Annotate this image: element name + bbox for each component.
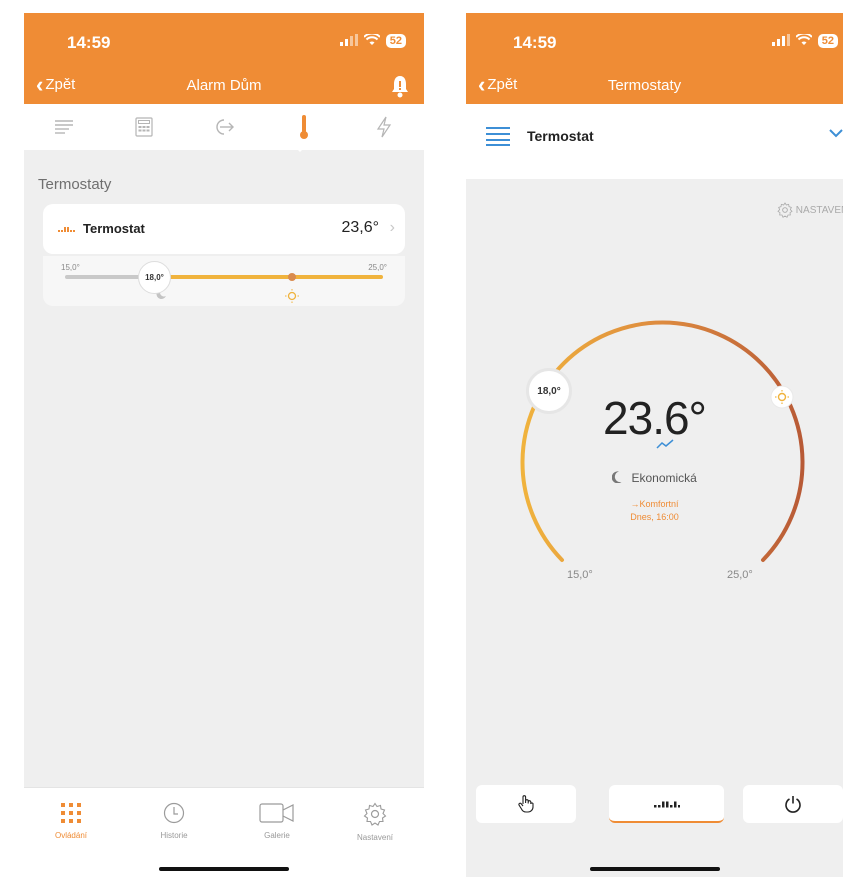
status-time: 14:59 bbox=[67, 33, 111, 52]
scale-max-label: 25,0° bbox=[727, 569, 753, 581]
phone-right: 14:59 52 ‹ Zpět Termostaty Termostat NAS… bbox=[466, 13, 843, 877]
hand-icon bbox=[518, 795, 534, 813]
category-tabbar bbox=[24, 104, 424, 150]
tab-keypad[interactable] bbox=[124, 109, 164, 145]
mode-label: Ekonomická bbox=[631, 471, 697, 485]
tab-energy[interactable] bbox=[364, 109, 404, 145]
tab-exits[interactable] bbox=[204, 109, 244, 145]
status-time: 14:59 bbox=[513, 33, 557, 52]
settings-link[interactable]: NASTAVENÍ bbox=[777, 202, 843, 218]
signal-icon bbox=[771, 33, 790, 49]
tab-thermostats[interactable] bbox=[284, 109, 324, 145]
status-icons: 52 bbox=[771, 32, 838, 49]
home-indicator bbox=[159, 867, 289, 871]
nav-bar: ‹ Zpět Alarm Dům bbox=[24, 68, 424, 104]
thermostat-slider[interactable]: 15,0° 25,0° 18,0° bbox=[43, 256, 405, 306]
status-bar: 14:59 52 bbox=[24, 13, 424, 68]
bottom-tab-label: Galerie bbox=[264, 831, 290, 840]
trend-up-icon bbox=[656, 439, 674, 449]
phone-left: 14:59 52 ‹ Zpět Alarm Dům Termostaty Ter… bbox=[24, 13, 424, 877]
nav-bar: ‹ Zpět Termostaty bbox=[466, 68, 843, 104]
thermostat-title: Termostat bbox=[527, 128, 594, 144]
next-mode-time: Dnes, 16:00 bbox=[630, 512, 679, 522]
battery-icon: 52 bbox=[817, 34, 838, 48]
status-icons: 52 bbox=[339, 32, 406, 49]
settings-label: NASTAVENÍ bbox=[795, 204, 843, 216]
battery-icon: 52 bbox=[385, 34, 406, 48]
active-tab-pointer bbox=[292, 144, 308, 152]
power-icon bbox=[785, 796, 801, 813]
chevron-right-icon: › bbox=[389, 219, 395, 236]
bottom-tab-label: Nastavení bbox=[356, 833, 394, 842]
bottom-tab-label: Ovládání bbox=[54, 831, 88, 840]
bottom-tab-settings[interactable]: Nastavení bbox=[340, 802, 410, 842]
clock-icon bbox=[163, 802, 185, 824]
bottom-tab-label: Historie bbox=[160, 831, 188, 840]
bell-icon[interactable] bbox=[390, 74, 410, 98]
next-mode: →Komfortní bbox=[630, 499, 679, 509]
schedule-icon bbox=[58, 227, 75, 232]
camera-icon bbox=[259, 803, 294, 823]
current-mode: Ekonomická bbox=[466, 471, 843, 486]
bottom-tab-history[interactable]: Historie bbox=[139, 802, 209, 840]
keypad-icon bbox=[135, 117, 153, 137]
status-bar: 14:59 52 bbox=[466, 13, 843, 68]
gear-icon bbox=[777, 202, 793, 218]
thermometer-icon bbox=[300, 115, 308, 139]
wifi-icon bbox=[363, 32, 381, 49]
tab-overview[interactable] bbox=[44, 109, 84, 145]
power-button[interactable] bbox=[743, 785, 843, 823]
thermostat-value: 23,6° bbox=[341, 219, 379, 236]
bottom-tabbar: Ovládání Historie Galerie Nastavení bbox=[24, 787, 424, 877]
home-indicator bbox=[589, 867, 720, 871]
manual-mode-button[interactable] bbox=[476, 785, 576, 823]
thermostat-selector[interactable]: Termostat bbox=[466, 104, 843, 179]
slider-knob[interactable]: 18,0° bbox=[138, 261, 171, 294]
chevron-down-icon[interactable] bbox=[829, 126, 843, 140]
thermostat-name: Termostat bbox=[83, 221, 145, 236]
section-title: Termostaty bbox=[38, 176, 112, 193]
moon-icon bbox=[611, 471, 622, 486]
scale-min-label: 15,0° bbox=[567, 569, 593, 581]
thermostat-row[interactable]: Termostat 23,6° › bbox=[43, 204, 405, 254]
slider-track bbox=[65, 273, 383, 303]
current-temperature: 23.6° bbox=[603, 392, 707, 444]
slider-knob-label: 18,0° bbox=[145, 273, 164, 282]
schedule-mode-button[interactable] bbox=[609, 785, 724, 823]
signal-icon bbox=[339, 33, 358, 49]
menu-icon[interactable] bbox=[486, 126, 510, 146]
nav-title: Alarm Dům bbox=[186, 77, 262, 94]
schedule-icon bbox=[653, 801, 680, 808]
list-icon bbox=[55, 120, 73, 134]
wifi-icon bbox=[795, 32, 813, 49]
bottom-tab-control[interactable]: Ovládání bbox=[36, 802, 106, 840]
lightning-icon bbox=[376, 116, 392, 138]
gear-icon bbox=[363, 802, 387, 826]
nav-title: Termostaty bbox=[607, 77, 682, 94]
grid-icon bbox=[61, 803, 81, 823]
exit-icon bbox=[216, 119, 234, 135]
bottom-tab-gallery[interactable]: Galerie bbox=[242, 802, 312, 840]
